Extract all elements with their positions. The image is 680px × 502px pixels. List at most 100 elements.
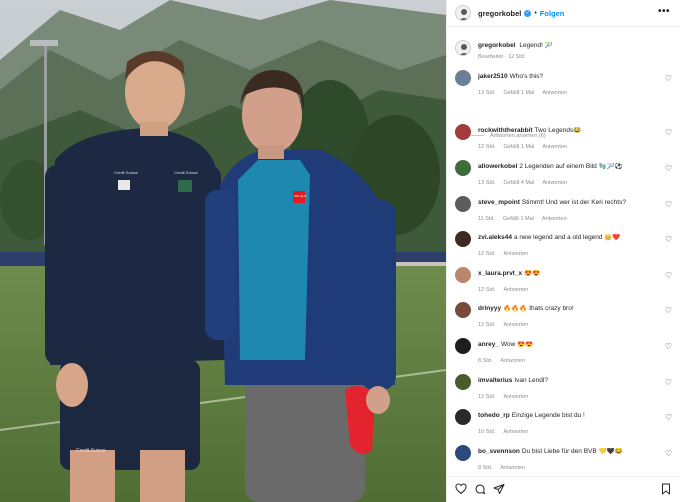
comment-likes[interactable]: Gefällt 1 Mal — [503, 144, 534, 150]
commenter-avatar[interactable] — [455, 70, 471, 86]
comment-time: 10 Std. — [478, 429, 496, 435]
commenter-avatar[interactable] — [455, 124, 471, 140]
comment-like-icon[interactable]: ♡ — [665, 342, 672, 351]
comment-time: 12 Std. — [478, 251, 496, 257]
comment-item: zvi.aleks44 a new legend and a old legend… — [455, 231, 672, 265]
comment-text: 🔥🔥🔥 thats crazy bro! — [503, 305, 574, 312]
reply-button[interactable]: Antworten — [500, 358, 525, 364]
view-replies-link[interactable]: Antworten ansehen (6) — [470, 133, 546, 139]
comment-username[interactable]: drinyyy — [478, 305, 501, 312]
comment-username[interactable]: jaker2510 — [478, 73, 508, 80]
commenter-avatar[interactable] — [455, 445, 471, 461]
bookmark-icon[interactable] — [660, 483, 672, 495]
separator-dot: • — [534, 9, 537, 17]
caption-username[interactable]: gregorkobel — [478, 42, 516, 49]
comment-username[interactable]: steve_mpoint — [478, 199, 520, 206]
post-header: gregorkobel ✓ • Folgen ••• — [447, 0, 680, 27]
reply-button[interactable]: Antworten — [503, 322, 528, 328]
comment-time: 13 Std. — [478, 180, 496, 186]
comment-time: 13 Std. — [478, 90, 496, 96]
comment-text: Wow 😍😍 — [500, 341, 534, 348]
comment-time: 12 Std. — [478, 144, 496, 150]
comment-text: 2 Legenden auf einem Bild 🧤🎾⚽ — [519, 163, 623, 170]
reply-button[interactable]: Antworten — [542, 180, 567, 186]
comment-text: a new legend and a old legend 👑❤️ — [513, 234, 621, 241]
share-icon[interactable] — [493, 483, 505, 495]
comment-item: jaker2510 Who's this? 13 Std. Gefällt 1 Mal… — [455, 70, 672, 104]
comment-text: Stimmt! Und wer ist der Keri rechts? — [521, 199, 626, 206]
comment-time: 8 Std. — [478, 358, 493, 364]
comment-time: 12 Std. — [478, 322, 496, 328]
caption-text: Legend! 🎾 — [519, 42, 553, 49]
comment-username[interactable]: x_laura.prvt_x — [478, 270, 522, 277]
comment-username[interactable]: zvi.aleks44 — [478, 234, 512, 241]
commenter-avatar[interactable] — [455, 267, 471, 283]
comment-likes[interactable]: Gefällt 1 Mal — [503, 90, 534, 96]
comment-like-icon[interactable]: ♡ — [665, 164, 672, 173]
verified-icon: ✓ — [524, 9, 532, 17]
comment-item: anrey_ Wow 😍😍 8 Std. Antworten ♡ — [455, 338, 672, 372]
follow-button[interactable]: Folgen — [540, 9, 565, 18]
comment-like-icon[interactable]: ♡ — [665, 413, 672, 422]
comment-username[interactable]: imvalterius — [478, 377, 512, 384]
reply-button[interactable]: Antworten — [503, 394, 528, 400]
commenter-avatar[interactable] — [455, 231, 471, 247]
reply-button[interactable]: Antworten — [500, 465, 525, 471]
author-avatar[interactable] — [455, 5, 471, 21]
comment-text: Who's this? — [509, 73, 544, 80]
comment-username[interactable]: anrey_ — [478, 341, 499, 348]
comment-item: steve_mpoint Stimmt! Und wer ist der Keri… — [455, 196, 672, 230]
comment-item: bo_svennson Du bist Liebe für den BVB 💛🖤😂… — [455, 445, 672, 476]
reply-button[interactable]: Antworten — [503, 287, 528, 293]
reply-button[interactable]: Antworten — [503, 251, 528, 257]
commenter-avatar[interactable] — [455, 374, 471, 390]
comment-like-icon[interactable]: ♡ — [665, 378, 672, 387]
commenter-avatar[interactable] — [455, 160, 471, 176]
comment-likes[interactable]: Gefällt 1 Mal — [503, 216, 534, 222]
jacket-logo: UNI QLO — [294, 194, 307, 198]
author-avatar-small[interactable] — [455, 40, 471, 56]
comment-item: tohedo_rp Einzige Legende bist du ! 10 Std… — [455, 409, 672, 443]
more-options-icon[interactable]: ••• — [658, 6, 670, 17]
comment-time: 12 Std. — [478, 394, 496, 400]
comment-text: Du bist Liebe für den BVB 💛🖤😂 — [521, 448, 623, 455]
comment-text: Einzige Legende bist du ! — [511, 412, 585, 419]
badge-left: Credit Suisse — [114, 170, 139, 175]
heart-icon[interactable] — [455, 483, 467, 495]
comment-like-icon[interactable]: ♡ — [665, 200, 672, 209]
comment-like-icon[interactable]: ♡ — [665, 128, 672, 137]
post-side-panel: gregorkobel ✓ • Folgen ••• gregorkobel L… — [446, 0, 680, 502]
reply-button[interactable]: Antworten — [503, 429, 528, 435]
reply-button[interactable]: Antworten — [542, 90, 567, 96]
commenter-avatar[interactable] — [455, 302, 471, 318]
shorts-text: Credit Suisse — [76, 448, 106, 454]
comment-like-icon[interactable]: ♡ — [665, 306, 672, 315]
action-bar — [447, 476, 680, 502]
comment-like-icon[interactable]: ♡ — [665, 74, 672, 83]
comment-time: 8 Std. — [478, 465, 493, 471]
comment-item: drinyyy 🔥🔥🔥 thats crazy bro! 12 Std. Antwor… — [455, 302, 672, 336]
comment-text: 😍😍 — [524, 270, 541, 277]
comment-icon[interactable] — [474, 483, 486, 495]
commenter-avatar[interactable] — [455, 338, 471, 354]
reply-button[interactable]: Antworten — [542, 144, 567, 150]
comment-item: x_laura.prvt_x 😍😍 12 Std. Antworten ♡ — [455, 267, 672, 301]
commenter-avatar[interactable] — [455, 196, 471, 212]
comment-likes[interactable]: Gefällt 4 Mal — [503, 180, 534, 186]
comment-item: allowerkobel 2 Legenden auf einem Bild 🧤🎾… — [455, 160, 672, 194]
badge-right: Credit Suisse — [174, 170, 199, 175]
commenter-avatar[interactable] — [455, 409, 471, 425]
comments-list[interactable]: gregorkobel Legend! 🎾 Bearbeitet · 12 St… — [447, 28, 680, 476]
comment-username[interactable]: bo_svennson — [478, 448, 520, 455]
comment-like-icon[interactable]: ♡ — [665, 449, 672, 458]
comment-like-icon[interactable]: ♡ — [665, 271, 672, 280]
reply-button[interactable]: Antworten — [542, 216, 567, 222]
comment-username[interactable]: allowerkobel — [478, 163, 517, 170]
author-username[interactable]: gregorkobel — [478, 9, 521, 18]
comment-text: Ivan Lendl? — [514, 377, 548, 384]
comment-username[interactable]: tohedo_rp — [478, 412, 510, 419]
comment-item: rockwiththerabbit Two Legends😂 12 Std. Gefä… — [455, 124, 672, 158]
comment-like-icon[interactable]: ♡ — [665, 235, 672, 244]
comment-item: imvalterius Ivan Lendl? 12 Std. Antworten ♡ — [455, 374, 672, 408]
post-photo[interactable]: Credit Suisse Credit Suisse Credit Suiss… — [0, 0, 446, 502]
